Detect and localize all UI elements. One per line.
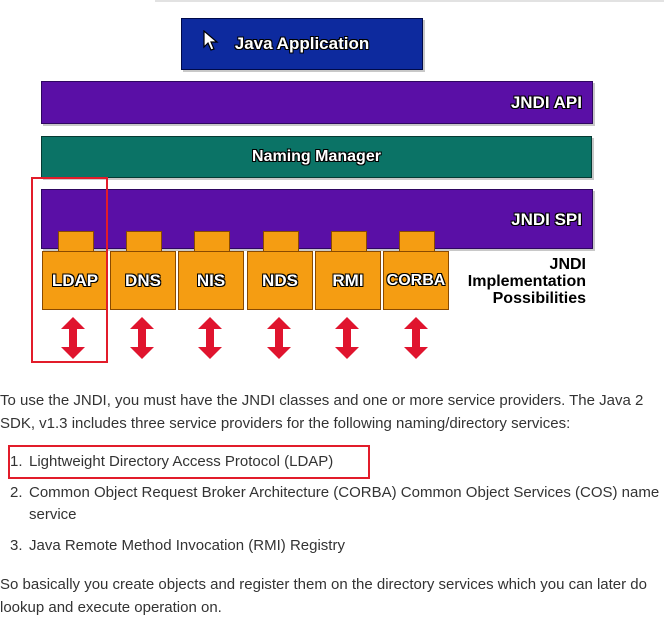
intro-paragraph: To use the JNDI, you must have the JNDI …	[0, 392, 644, 432]
list-item-text: Java Remote Method Invocation (RMI) Regi…	[29, 536, 345, 554]
double-arrow-icon	[198, 317, 222, 359]
jndi-api-label: JNDI API	[510, 92, 582, 112]
provider-corba: CORBA	[383, 231, 449, 310]
provider-rmi: RMI	[315, 231, 381, 310]
jndi-architecture-diagram: Java Application JNDI API Naming Manager…	[0, 0, 664, 372]
list-item: 2. Common Object Request Broker Architect…	[0, 482, 660, 527]
mouse-pointer-icon	[203, 30, 219, 51]
naming-manager-layer: Naming Manager	[41, 136, 592, 178]
provider-label: CORBA	[383, 251, 449, 310]
double-arrow-icon	[267, 317, 291, 359]
implementation-possibilities-label: JNDI Implementation Possibilities	[452, 256, 586, 307]
impl-line: Implementation	[467, 273, 586, 290]
provider-label: NDS	[247, 251, 313, 310]
ldap-list-highlight-box	[8, 445, 370, 479]
list-number: 3.	[10, 536, 23, 554]
double-arrow-icon	[404, 317, 428, 359]
summary-paragraph: So basically you create objects and regi…	[0, 576, 647, 616]
jndi-api-layer: JNDI API	[41, 81, 593, 124]
impl-line: JNDI	[549, 256, 586, 273]
naming-manager-label: Naming Manager	[252, 148, 381, 165]
double-arrow-icon	[130, 317, 154, 359]
provider-nds: NDS	[247, 231, 313, 310]
provider-label: DNS	[110, 251, 176, 310]
list-item: 3. Java Remote Method Invocation (RMI) Re…	[0, 535, 660, 558]
impl-line: Possibilities	[492, 290, 586, 307]
provider-dns: DNS	[110, 231, 176, 310]
provider-label: NIS	[178, 251, 244, 310]
list-item-text: Common Object Request Broker Architectur…	[29, 483, 660, 524]
top-divider	[155, 0, 664, 2]
provider-nis: NIS	[178, 231, 244, 310]
provider-label: RMI	[315, 251, 381, 310]
ldap-highlight-box	[31, 177, 108, 363]
double-arrow-icon	[335, 317, 359, 359]
java-application-label: Java Application	[234, 34, 370, 53]
list-number: 2.	[10, 483, 23, 501]
jndi-spi-label: JNDI SPI	[511, 210, 582, 229]
